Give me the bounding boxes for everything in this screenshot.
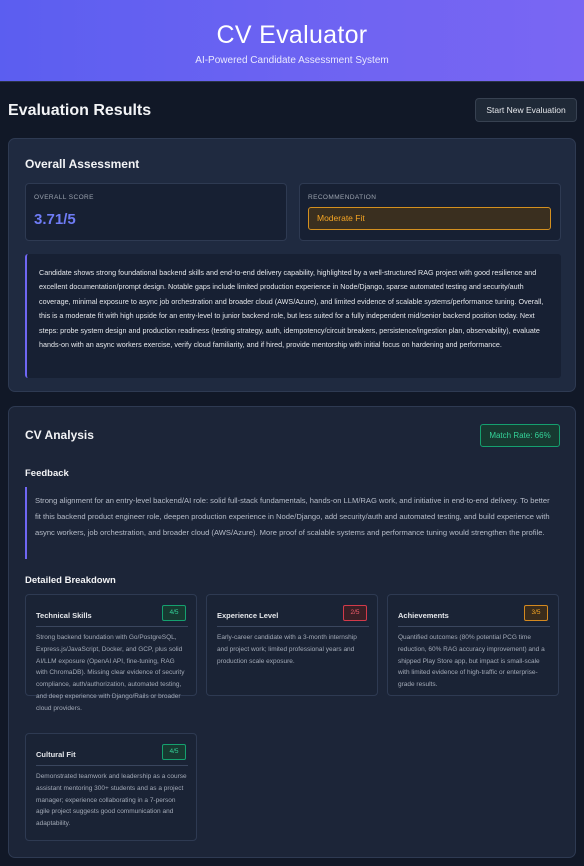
metric-description: Quantified outcomes (80% potential PCG t… [398,634,545,689]
metric-name: Cultural Fit [36,750,76,759]
recommendation-label: RECOMMENDATION [308,194,377,201]
metric-name: Technical Skills [36,611,92,620]
metric-score-badge: 4/5 [162,605,186,621]
start-new-evaluation-button[interactable]: Start New Evaluation [475,98,577,122]
overall-score-label: OVERALL SCORE [34,194,94,201]
metric-name: Experience Level [217,611,279,620]
metric-score-badge: 3/5 [524,605,548,621]
overall-assessment-card: Overall Assessment OVERALL SCORE 3.71/5 … [8,138,576,392]
results-bar: Evaluation Results Start New Evaluation [0,82,584,138]
metric-description: Demonstrated teamwork and leadership as … [36,773,187,828]
overall-assessment-title: Overall Assessment [25,157,140,171]
overall-score-value: 3.71/5 [34,211,76,228]
metric-score-badge: 2/5 [343,605,367,621]
feedback-title: Feedback [25,468,69,479]
metric-divider [217,626,369,627]
overall-score-box: OVERALL SCORE 3.71/5 [25,183,287,241]
feedback-text: Strong alignment for an entry-level back… [25,487,561,559]
metric-divider [398,626,550,627]
metric-card-achievements: Achievements 3/5 Quantified outcomes (80… [387,594,559,696]
detailed-breakdown-title: Detailed Breakdown [25,575,116,586]
metric-name: Achievements [398,611,449,620]
app-header: CV Evaluator AI-Powered Candidate Assess… [0,0,584,82]
cv-analysis-title: CV Analysis [25,428,94,442]
app-title: CV Evaluator [216,21,368,49]
page-title: Evaluation Results [8,102,152,119]
metric-card-cultural-fit: Cultural Fit 4/5 Demonstrated teamwork a… [25,733,197,841]
metric-divider [36,626,188,627]
match-rate-badge: Match Rate: 66% [480,424,560,447]
metric-description: Early-career candidate with a 3-month in… [217,634,357,665]
metric-card-technical-skills: Technical Skills 4/5 Strong backend foun… [25,594,197,712]
metric-score-badge: 4/5 [162,744,186,760]
assessment-summary: Candidate shows strong foundational back… [25,254,561,378]
metric-card-experience-level: Experience Level 2/5 Early-career candid… [206,594,378,696]
cv-analysis-card: CV Analysis Match Rate: 66% Feedback Str… [8,406,576,858]
metric-description: Strong backend foundation with Go/Postgr… [36,634,185,712]
metric-divider [36,765,188,766]
recommendation-box: RECOMMENDATION Moderate Fit [299,183,561,241]
recommendation-badge: Moderate Fit [308,207,551,230]
app-subtitle: AI-Powered Candidate Assessment System [195,55,389,66]
